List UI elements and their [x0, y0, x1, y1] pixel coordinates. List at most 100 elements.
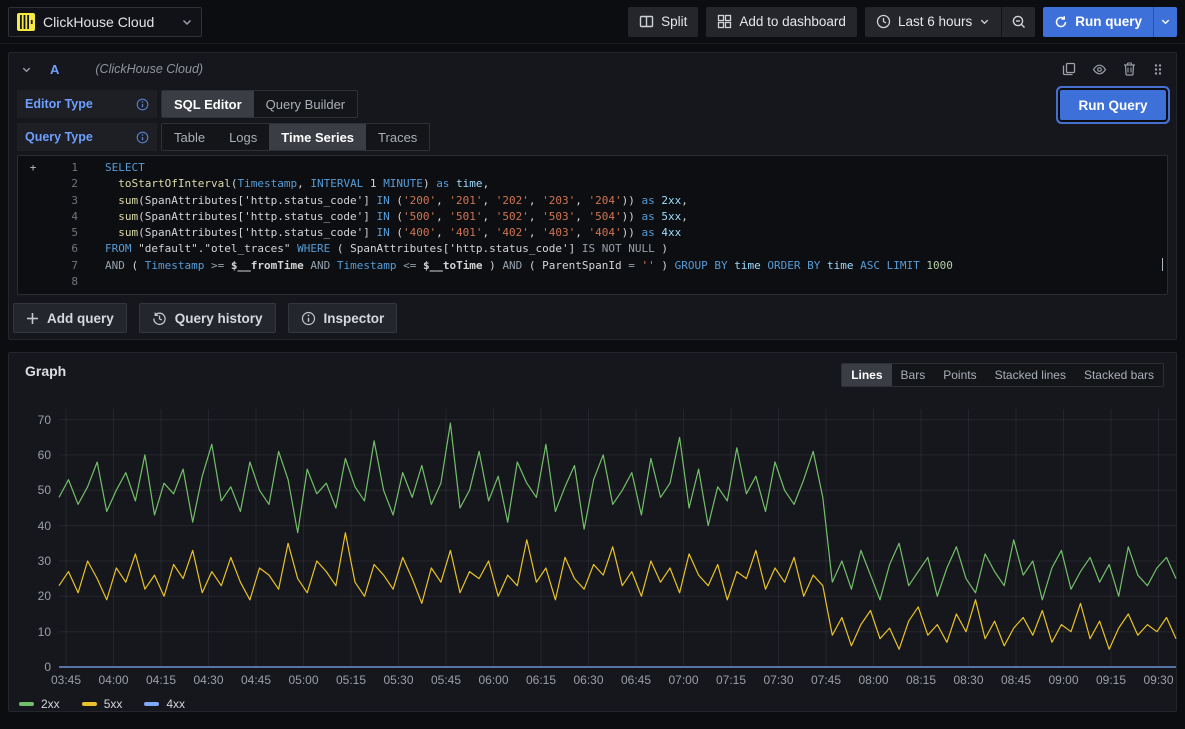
x-axis-labels: 03:4504:0004:1504:3004:4505:0005:1505:30…	[59, 673, 1176, 689]
legend-item-5xx[interactable]: 5xx	[82, 697, 123, 711]
time-range-picker[interactable]: Last 6 hours	[865, 7, 1001, 37]
graph-style-option-bars[interactable]: Bars	[892, 364, 935, 386]
line-number: 7	[48, 258, 78, 274]
delete-query-trash-icon[interactable]	[1123, 62, 1136, 76]
query-type-tab-time-series[interactable]: Time Series	[269, 124, 366, 150]
run-query-label: Run query	[1075, 14, 1142, 29]
x-tick-label: 09:15	[1096, 673, 1126, 687]
x-tick-label: 05:15	[336, 673, 366, 687]
x-tick-label: 08:45	[1001, 673, 1031, 687]
graph-style-option-stacked-lines[interactable]: Stacked lines	[986, 364, 1075, 386]
graph-style-switch: LinesBarsPointsStacked linesStacked bars	[841, 363, 1164, 387]
y-tick-label: 70	[9, 413, 51, 427]
plot-area[interactable]	[59, 409, 1176, 667]
legend-label: 4xx	[166, 697, 185, 711]
query-type-tabs: TableLogsTime SeriesTraces	[161, 123, 430, 151]
x-tick-label: 04:00	[98, 673, 128, 687]
editor-type-option-query-builder[interactable]: Query Builder	[254, 91, 357, 117]
editor-type-switch: SQL EditorQuery Builder	[161, 90, 358, 118]
add-to-dashboard-button[interactable]: Add to dashboard	[706, 7, 857, 37]
y-tick-label: 50	[9, 483, 51, 497]
line-number: 3	[48, 193, 78, 209]
graph-panel: Graph LinesBarsPointsStacked linesStacke…	[8, 352, 1177, 712]
graph-style-option-points[interactable]: Points	[934, 364, 985, 386]
query-type-label: Query Type	[17, 130, 93, 144]
query-type-tab-traces[interactable]: Traces	[366, 124, 429, 150]
x-tick-label: 06:15	[526, 673, 556, 687]
graph-panel-title: Graph	[25, 363, 66, 379]
query-history-button[interactable]: Query history	[139, 303, 276, 333]
legend-label: 2xx	[41, 697, 60, 711]
x-tick-label: 09:00	[1048, 673, 1078, 687]
x-tick-label: 09:30	[1143, 673, 1173, 687]
x-tick-label: 07:15	[716, 673, 746, 687]
legend-item-4xx[interactable]: 4xx	[144, 697, 185, 711]
zoom-out-time-button[interactable]	[1001, 7, 1035, 37]
query-type-label-box: Query Type	[17, 123, 157, 151]
line-number: 5	[48, 225, 78, 241]
drag-handle-icon[interactable]	[1152, 63, 1164, 76]
line-number: 8	[48, 274, 78, 290]
add-line-icon[interactable]: +	[18, 160, 48, 176]
time-range-group: Last 6 hours	[865, 7, 1035, 37]
graph-style-option-stacked-bars[interactable]: Stacked bars	[1075, 364, 1163, 386]
y-tick-label: 30	[9, 554, 51, 568]
sql-line-2[interactable]: 2 toStartOfInterval(Timestamp, INTERVAL …	[18, 176, 1167, 192]
add-query-button[interactable]: Add query	[13, 303, 127, 333]
sql-line-3[interactable]: 3 sum(SpanAttributes['http.status_code']…	[18, 193, 1167, 209]
editor-type-option-sql-editor[interactable]: SQL Editor	[162, 91, 254, 117]
x-tick-label: 08:30	[953, 673, 983, 687]
legend-swatch	[82, 702, 97, 706]
datasource-picker[interactable]: ClickHouse Cloud	[8, 7, 202, 37]
query-type-tab-logs[interactable]: Logs	[217, 124, 269, 150]
refresh-icon	[1054, 15, 1068, 29]
x-tick-label: 05:30	[383, 673, 413, 687]
legend-label: 5xx	[104, 697, 123, 711]
query-type-tab-table[interactable]: Table	[162, 124, 217, 150]
collapse-chevron-icon[interactable]	[21, 64, 32, 75]
query-ref-id: A	[50, 62, 59, 77]
graph-style-option-lines[interactable]: Lines	[842, 364, 891, 386]
run-query-dropdown[interactable]	[1153, 7, 1177, 37]
info-icon[interactable]	[136, 131, 149, 144]
duplicate-query-icon[interactable]	[1062, 62, 1076, 76]
x-tick-label: 05:00	[288, 673, 318, 687]
query-type-row: Query Type TableLogsTime SeriesTraces	[17, 123, 430, 151]
inspector-button[interactable]: Inspector	[288, 303, 398, 333]
magnifier-minus-icon	[1011, 14, 1027, 30]
chevron-down-icon	[181, 16, 193, 28]
add-query-icon	[26, 312, 39, 325]
line-number: 1	[48, 160, 78, 176]
sql-line-5[interactable]: 5 sum(SpanAttributes['http.status_code']…	[18, 225, 1167, 241]
y-tick-label: 0	[9, 660, 51, 674]
legend-item-2xx[interactable]: 2xx	[19, 697, 60, 711]
run-query-inline-button[interactable]: Run Query	[1060, 90, 1166, 120]
x-tick-label: 07:00	[668, 673, 698, 687]
add-to-dashboard-label: Add to dashboard	[739, 14, 846, 29]
legend-swatch	[19, 702, 34, 706]
query-actions-row: Add query Query history Inspector	[13, 303, 397, 333]
split-label: Split	[661, 14, 687, 29]
query-row-header[interactable]: A (ClickHouse Cloud)	[9, 53, 1176, 85]
sql-line-4[interactable]: 4 sum(SpanAttributes['http.status_code']…	[18, 209, 1167, 225]
sql-code-editor[interactable]: +1SELECT2 toStartOfInterval(Timestamp, I…	[17, 155, 1168, 295]
line-number: 2	[48, 176, 78, 192]
top-bar: ClickHouse Cloud Split Add to dashboard …	[0, 0, 1185, 44]
chevron-down-icon	[979, 16, 990, 27]
time-series-chart: 010203040506070	[9, 409, 1176, 667]
y-tick-label: 60	[9, 448, 51, 462]
split-button[interactable]: Split	[628, 7, 698, 37]
hide-response-eye-icon[interactable]	[1092, 62, 1107, 77]
x-tick-label: 04:15	[146, 673, 176, 687]
info-icon[interactable]	[136, 98, 149, 111]
run-query-button[interactable]: Run query	[1043, 7, 1153, 37]
x-tick-label: 03:45	[51, 673, 81, 687]
x-tick-label: 08:00	[858, 673, 888, 687]
sql-line-7[interactable]: 7AND ( Timestamp >= $__fromTime AND Time…	[18, 258, 1167, 274]
legend-swatch	[144, 702, 159, 706]
sql-line-6[interactable]: 6FROM "default"."otel_traces" WHERE ( Sp…	[18, 241, 1167, 257]
x-tick-label: 08:15	[906, 673, 936, 687]
sql-line-8[interactable]: 8	[18, 274, 1167, 290]
x-tick-label: 06:30	[573, 673, 603, 687]
sql-line-1[interactable]: +1SELECT	[18, 160, 1167, 176]
